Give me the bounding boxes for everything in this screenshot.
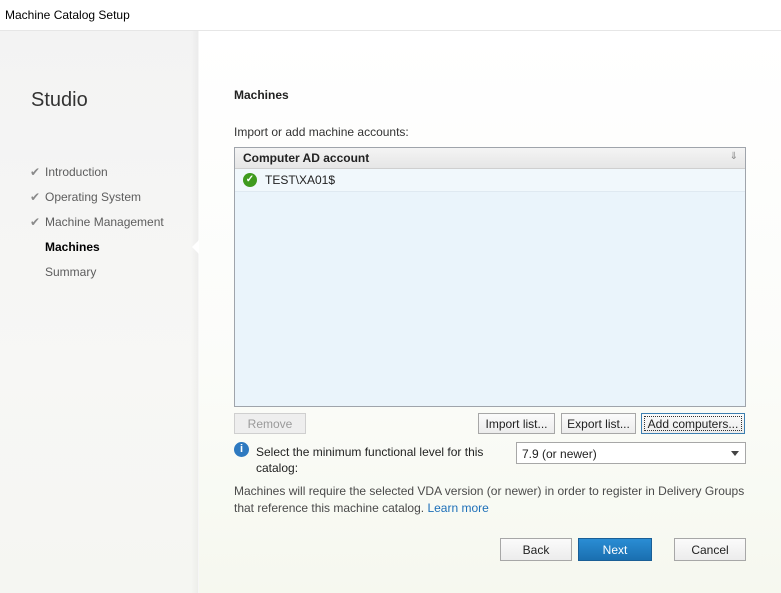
check-icon: ✔ <box>30 215 41 229</box>
import-list-button[interactable]: Import list... <box>478 413 555 434</box>
window-titlebar: Machine Catalog Setup <box>0 0 781 31</box>
learn-more-link[interactable]: Learn more <box>427 501 488 515</box>
step-machines: Machines <box>45 240 100 254</box>
remove-button[interactable]: Remove <box>234 413 306 434</box>
step-introduction: ✔ Introduction <box>30 160 164 185</box>
wizard-steps: ✔ Introduction ✔ Operating System ✔ Machine… <box>30 160 164 285</box>
step-operating-system: ✔ Operating System <box>30 185 164 210</box>
machine-accounts-list[interactable]: Computer AD account ⇓ ✓ TEST\XA01$ <box>234 147 746 407</box>
vda-note-text: Machines will require the selected VDA v… <box>234 484 745 515</box>
chevron-down-icon[interactable] <box>731 451 739 456</box>
export-list-button[interactable]: Export list... <box>561 413 636 434</box>
active-step-pointer <box>192 240 199 254</box>
section-label: Import or add machine accounts: <box>234 125 409 139</box>
column-computer-ad-account[interactable]: Computer AD account <box>243 151 369 165</box>
studio-brand: Studio <box>31 89 88 111</box>
cancel-button[interactable]: Cancel <box>674 538 746 561</box>
functional-level-value: 7.9 (or newer) <box>522 447 597 461</box>
check-icon: ✔ <box>30 165 41 179</box>
functional-level-select[interactable]: 7.9 (or newer) <box>516 442 746 464</box>
step-summary: Summary <box>45 265 97 279</box>
step-machine-management: ✔ Machine Management <box>30 210 164 235</box>
window-title: Machine Catalog Setup <box>5 8 130 22</box>
page-title: Machines <box>234 88 289 102</box>
add-computers-button[interactable]: Add computers... <box>641 413 745 434</box>
computer-account-name: TEST\XA01$ <box>265 173 336 187</box>
wizard-content: Machines Import or add machine accounts:… <box>199 31 781 593</box>
info-icon: i <box>234 442 249 457</box>
back-button[interactable]: Back <box>500 538 572 561</box>
next-button[interactable]: Next <box>578 538 652 561</box>
success-check-icon: ✓ <box>243 173 257 187</box>
wizard-sidebar: Studio ✔ Introduction ✔ Operating System ✔… <box>0 31 199 593</box>
functional-level-label: Select the minimum functional level for … <box>256 445 484 475</box>
list-header[interactable]: Computer AD account ⇓ <box>235 148 745 169</box>
check-icon: ✔ <box>30 190 41 204</box>
table-row[interactable]: ✓ TEST\XA01$ <box>235 169 745 192</box>
vda-note: Machines will require the selected VDA v… <box>234 483 754 517</box>
sort-down-icon[interactable]: ⇓ <box>730 151 738 162</box>
